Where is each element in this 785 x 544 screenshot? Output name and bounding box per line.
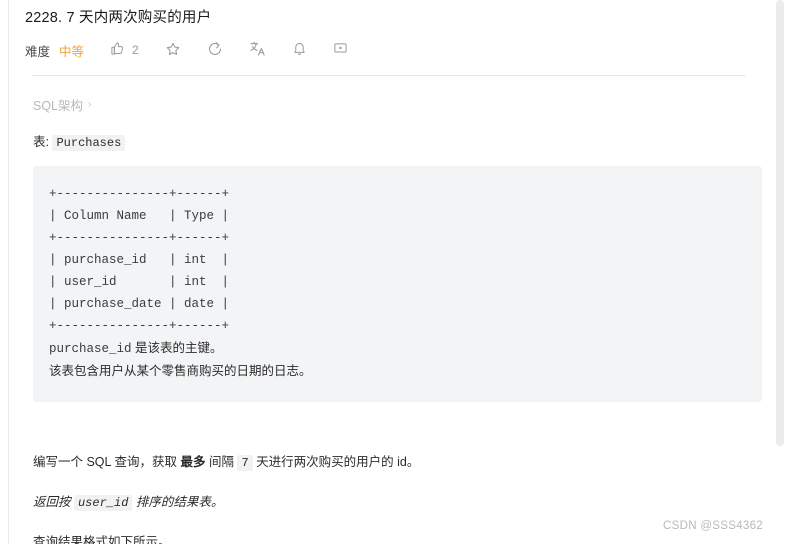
desc-p2-order-code: user_id	[73, 495, 133, 511]
description-paragraph-2: 返回按 user_id 排序的结果表。	[33, 492, 754, 513]
primary-key-name: purchase_id	[49, 342, 132, 356]
translate-button[interactable]	[249, 40, 266, 60]
sql-schema-label: SQL架构	[33, 99, 84, 113]
refresh-icon	[207, 41, 223, 60]
difficulty-badge: 中等	[59, 44, 85, 59]
desc-p1-part-a: 编写一个 SQL 查询，获取	[33, 455, 181, 469]
vertical-scrollbar[interactable]	[775, 0, 785, 544]
desc-p2-part-a: 返回按	[33, 495, 74, 509]
problem-toolbar: 难度 中等 2	[25, 35, 754, 65]
schema-note-line-1: purchase_id 是该表的主键。	[49, 337, 742, 360]
desc-p1-emphasis: 最多	[180, 455, 206, 469]
problem-content: 2228. 7 天内两次购买的用户 难度 中等 2 SQL架构 › 表: Pur…	[9, 0, 774, 544]
like-button[interactable]: 2	[110, 41, 139, 59]
favorite-button[interactable]	[165, 41, 181, 60]
translate-icon	[249, 40, 266, 60]
reset-button[interactable]	[207, 41, 223, 60]
primary-key-note: 是该表的主键。	[131, 341, 223, 355]
star-icon	[165, 41, 181, 60]
description-paragraph-1: 编写一个 SQL 查询，获取 最多 间隔 7 天进行两次购买的用户的 id。	[33, 452, 754, 473]
table-caption-prefix: 表:	[33, 135, 49, 149]
sql-schema-toggle[interactable]: SQL架构 ›	[33, 95, 91, 114]
comment-icon	[333, 41, 348, 59]
chevron-right-icon: ›	[88, 98, 92, 110]
thumbs-up-icon	[110, 41, 125, 59]
difficulty-label: 难度	[25, 44, 51, 59]
desc-p1-part-c: 天进行两次购买的用户的 id。	[252, 455, 420, 469]
desc-p1-days-code: 7	[237, 455, 253, 471]
bell-icon	[292, 41, 307, 59]
page-title: 2228. 7 天内两次购买的用户	[25, 10, 212, 26]
scrollbar-thumb[interactable]	[776, 0, 784, 446]
schema-note-line-2: 该表包含用户从某个零售商购买的日期的日志。	[49, 364, 312, 378]
notification-button[interactable]	[292, 41, 307, 59]
like-count: 2	[132, 43, 139, 57]
ascii-schema-table: +---------------+------+ | Column Name |…	[49, 187, 230, 333]
table-name-code: Purchases	[52, 135, 126, 151]
schema-code-block: +---------------+------+ | Column Name |…	[33, 166, 762, 402]
discussion-button[interactable]	[333, 41, 348, 59]
watermark: CSDN @SSS4362	[663, 520, 763, 532]
table-caption: 表: Purchases	[33, 133, 754, 152]
description-paragraph-3: 查询结果格式如下所示。	[33, 535, 171, 544]
desc-p2-part-b: 排序的结果表。	[132, 495, 224, 509]
desc-p1-part-b: 间隔	[205, 455, 238, 469]
header-divider	[32, 75, 746, 76]
problem-page: 2228. 7 天内两次购买的用户 难度 中等 2 SQL架构 › 表: Pur…	[0, 0, 785, 544]
